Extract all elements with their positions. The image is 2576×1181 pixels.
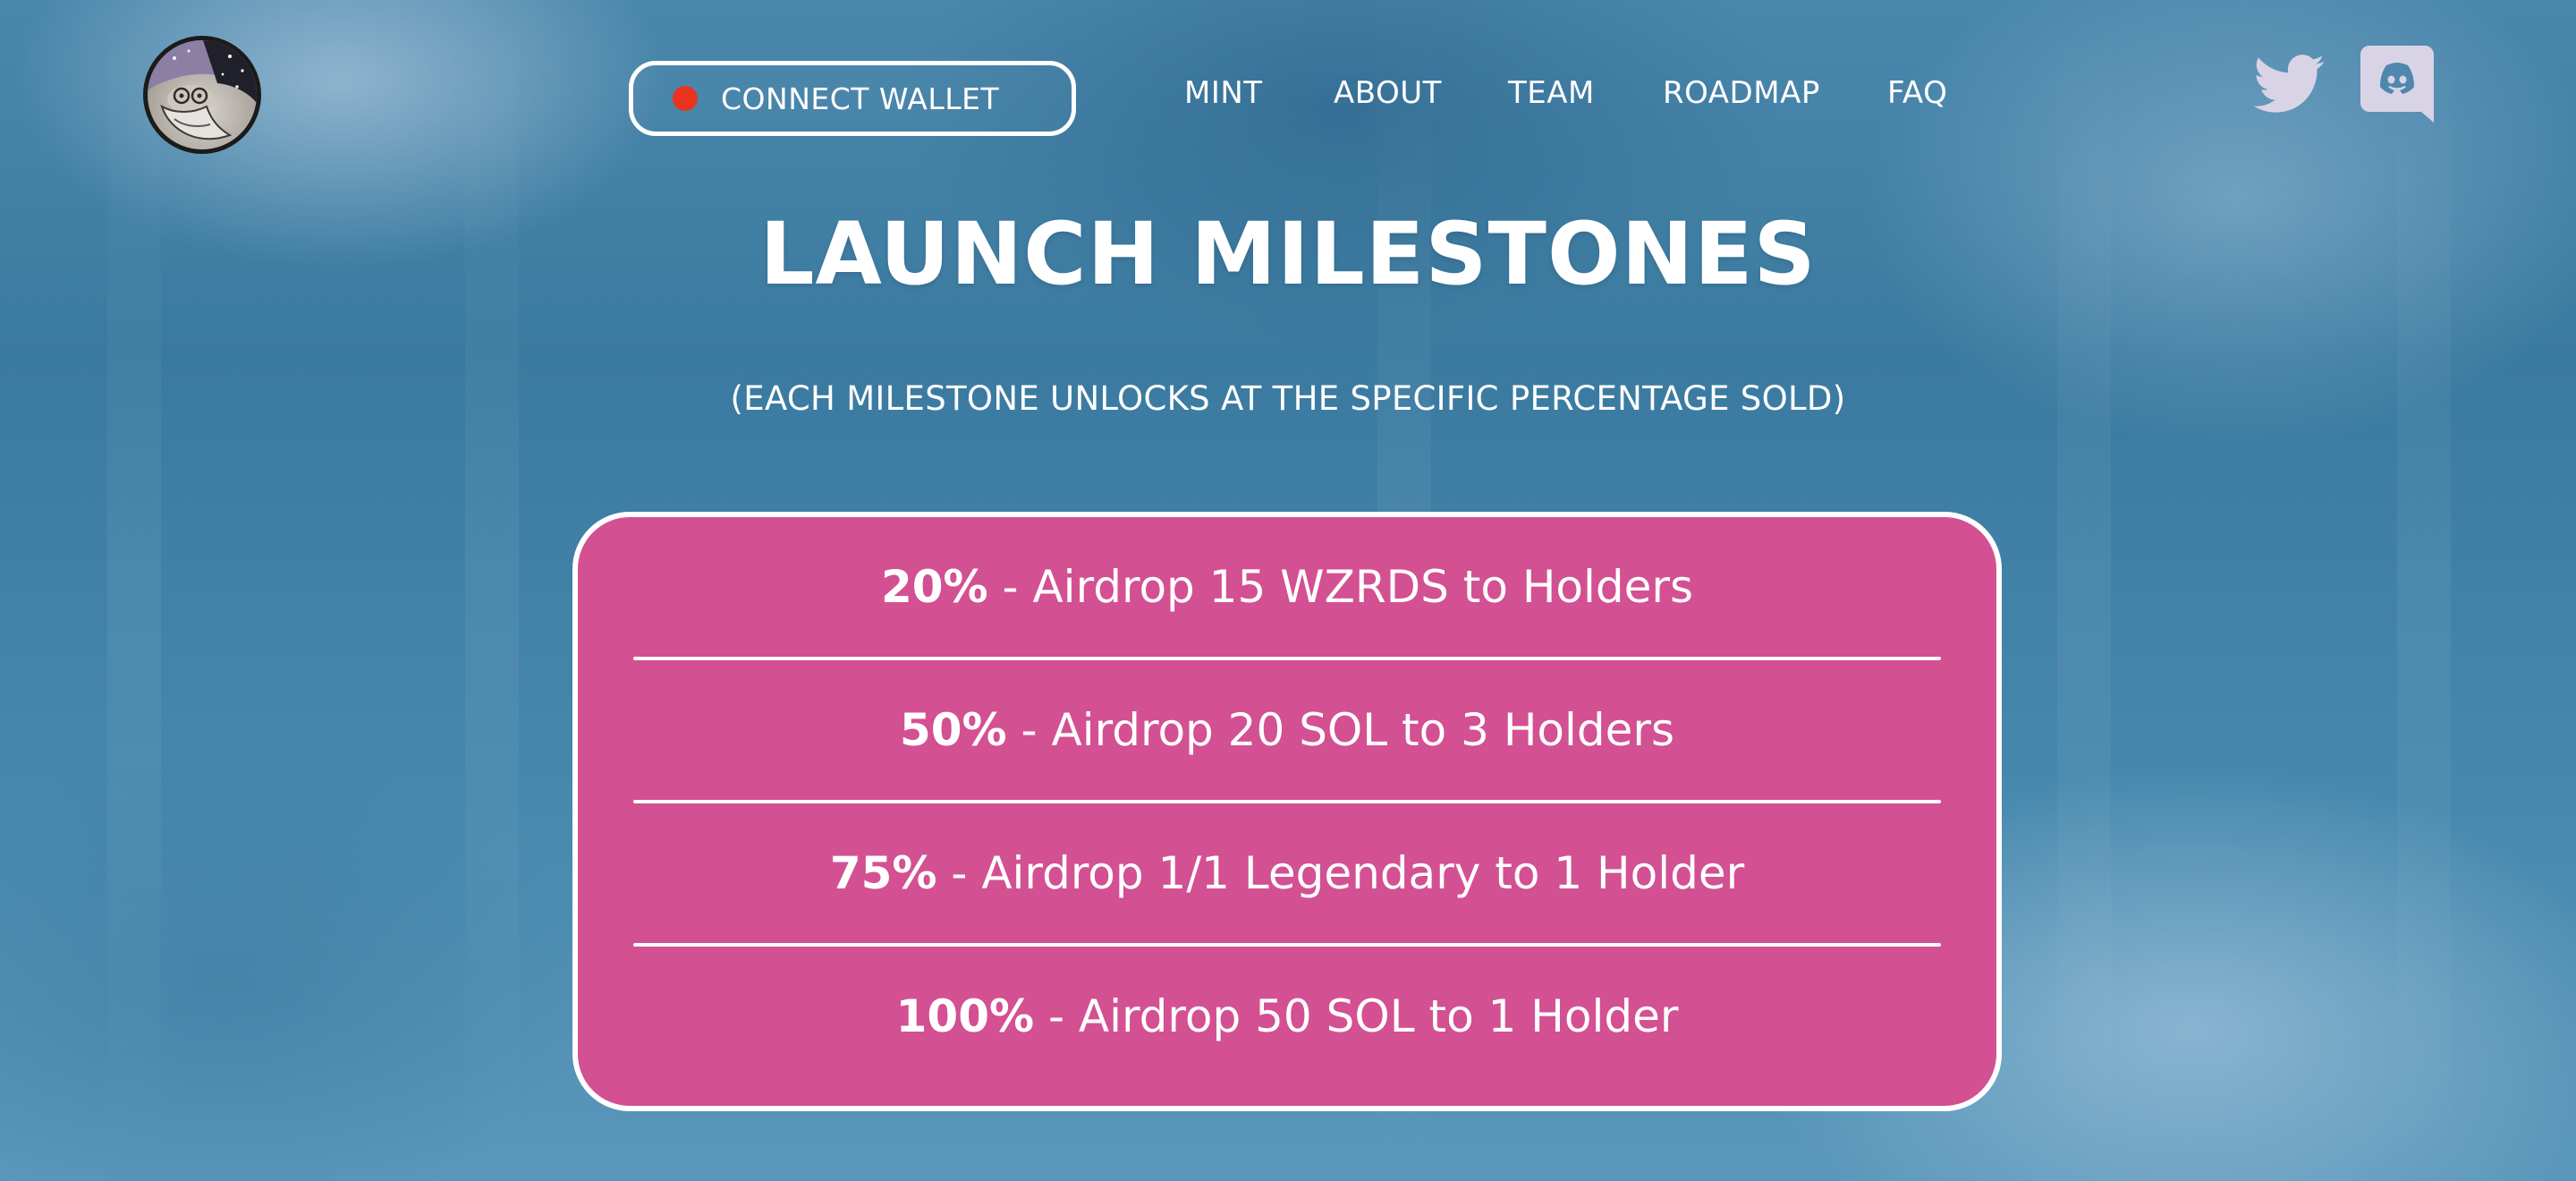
connect-wallet-label: CONNECT WALLET: [721, 81, 1000, 116]
milestone-item: 50% - Airdrop 20 SOL to 3 Holders: [633, 660, 1941, 800]
background-streak: [107, 0, 161, 1181]
milestone-percent: 100%: [895, 990, 1035, 1042]
milestone-text: - Airdrop 20 SOL to 3 Holders: [1006, 704, 1675, 756]
nav-item-roadmap[interactable]: ROADMAP: [1663, 75, 1820, 111]
milestone-item: 20% - Airdrop 15 WZRDS to Holders: [633, 517, 1941, 657]
milestone-text: - Airdrop 1/1 Legendary to 1 Holder: [936, 847, 1745, 899]
nav-item-team[interactable]: TEAM: [1508, 75, 1595, 111]
connect-wallet-button[interactable]: CONNECT WALLET: [629, 61, 1076, 136]
twitter-icon[interactable]: [2251, 47, 2326, 122]
milestone-item: 75% - Airdrop 1/1 Legendary to 1 Holder: [633, 803, 1941, 943]
milestone-percent: 75%: [829, 847, 937, 899]
milestone-text: - Airdrop 15 WZRDS to Holders: [987, 561, 1694, 613]
milestones-card: 20% - Airdrop 15 WZRDS to Holders 50% - …: [572, 512, 2002, 1111]
milestone-text: - Airdrop 50 SOL to 1 Holder: [1034, 990, 1679, 1042]
nav-item-faq[interactable]: FAQ: [1887, 75, 1947, 111]
discord-icon[interactable]: [2360, 46, 2435, 123]
page-title: LAUNCH MILESTONES: [759, 204, 1817, 304]
wallet-status-dot: [673, 86, 698, 111]
background-streak: [465, 0, 519, 1181]
nav-item-mint[interactable]: MINT: [1184, 75, 1263, 111]
milestone-item: 100% - Airdrop 50 SOL to 1 Holder: [633, 947, 1941, 1086]
milestone-percent: 20%: [880, 561, 988, 613]
background-streak: [2057, 0, 2111, 1181]
wizard-logo-icon[interactable]: [143, 36, 261, 154]
nav-item-about[interactable]: ABOUT: [1334, 75, 1442, 111]
background-streak: [2397, 0, 2451, 1181]
page-subtitle: (EACH MILESTONE UNLOCKS AT THE SPECIFIC …: [730, 379, 1846, 418]
milestone-percent: 50%: [899, 704, 1007, 756]
